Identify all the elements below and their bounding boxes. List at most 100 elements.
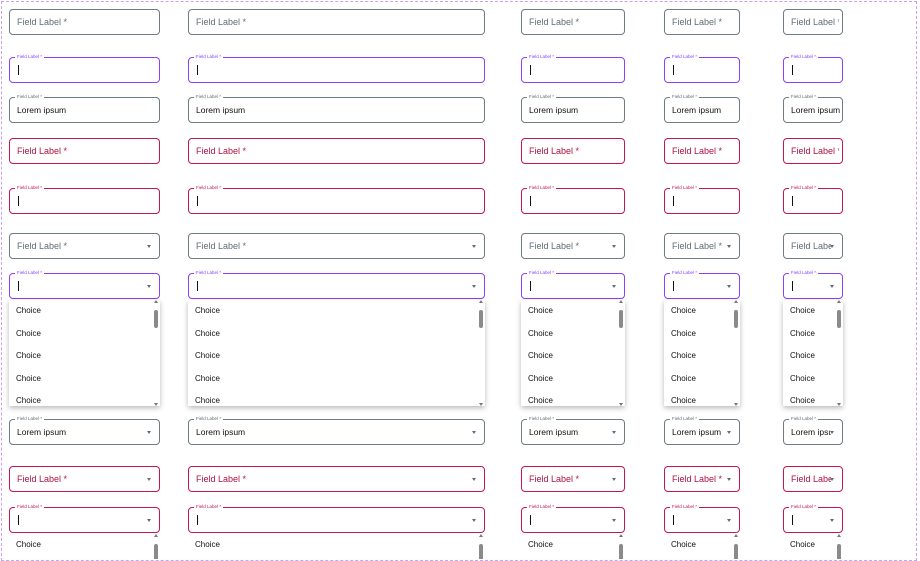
scroll-down-arrow-icon[interactable] <box>837 403 841 406</box>
scroll-up-arrow-icon[interactable] <box>479 534 483 537</box>
dropdown-option[interactable]: Choice <box>195 540 220 549</box>
select-field-filled[interactable]: Field Label *Lorem ipsum <box>188 415 485 445</box>
scrollbar[interactable] <box>153 534 159 559</box>
select-field-filled[interactable]: Field Label *Lorem ipsum <box>521 415 625 445</box>
scrollbar[interactable] <box>836 300 842 406</box>
select-field-error-focused-open[interactable]: Field Label * <box>521 503 625 533</box>
select-field-focused-open[interactable]: Field Label * <box>9 269 160 299</box>
text-field-error-focused[interactable]: Field Label * <box>783 184 843 214</box>
text-field-focused[interactable]: Field Label * <box>188 53 485 83</box>
select-field-default[interactable]: Field Label * <box>9 233 160 259</box>
dropdown-option[interactable]: Choice <box>195 329 220 338</box>
chevron-down-icon[interactable] <box>472 478 476 481</box>
scroll-up-arrow-icon[interactable] <box>619 534 623 537</box>
dropdown-option[interactable]: Choice <box>528 306 553 315</box>
text-field-focused[interactable]: Field Label * <box>521 53 625 83</box>
chevron-down-icon[interactable] <box>147 285 151 288</box>
select-field-default[interactable]: Field Label * <box>664 233 740 259</box>
chevron-down-icon[interactable] <box>727 478 731 481</box>
text-field-error-focused[interactable]: Field Label * <box>9 184 160 214</box>
dropdown-option[interactable]: Choice <box>790 351 815 360</box>
text-field-filled[interactable]: Field Label * Lorem ipsum <box>521 93 625 123</box>
chevron-down-icon[interactable] <box>472 285 476 288</box>
dropdown-option[interactable]: Choice <box>790 540 815 549</box>
scrollbar-thumb[interactable] <box>154 310 158 328</box>
select-field-default[interactable]: Field Label * <box>188 233 485 259</box>
dropdown-option[interactable]: Choice <box>671 329 696 338</box>
dropdown-option[interactable]: Choice <box>528 540 553 549</box>
chevron-down-icon[interactable] <box>830 519 834 522</box>
dropdown-option[interactable]: Choice <box>528 329 553 338</box>
text-field-error-focused[interactable]: Field Label * <box>664 184 740 214</box>
chevron-down-icon[interactable] <box>147 478 151 481</box>
dropdown-option[interactable]: Choice <box>671 306 696 315</box>
dropdown-option[interactable]: Choice <box>195 306 220 315</box>
dropdown-option[interactable]: Choice <box>16 351 41 360</box>
select-field-focused-open[interactable]: Field Label * <box>188 269 485 299</box>
scrollbar-thumb[interactable] <box>619 310 623 328</box>
text-field-default[interactable]: Field Label * <box>9 9 160 35</box>
chevron-down-icon[interactable] <box>612 478 616 481</box>
dropdown-option[interactable]: Choice <box>671 374 696 383</box>
scrollbar[interactable] <box>733 300 739 406</box>
select-field-focused-open[interactable]: Field Label * <box>664 269 740 299</box>
dropdown-option[interactable]: Choice <box>671 351 696 360</box>
text-field-focused[interactable]: Field Label * <box>783 53 843 83</box>
chevron-down-icon[interactable] <box>147 245 151 248</box>
dropdown-option[interactable]: Choice <box>790 374 815 383</box>
dropdown-option[interactable]: Choice <box>195 396 220 405</box>
dropdown-option[interactable]: Choice <box>195 351 220 360</box>
chevron-down-icon[interactable] <box>147 519 151 522</box>
dropdown-option[interactable]: Choice <box>16 306 41 315</box>
scroll-up-arrow-icon[interactable] <box>154 300 158 303</box>
scroll-up-arrow-icon[interactable] <box>837 534 841 537</box>
scroll-up-arrow-icon[interactable] <box>154 534 158 537</box>
chevron-down-icon[interactable] <box>727 431 731 434</box>
chevron-down-icon[interactable] <box>472 519 476 522</box>
scroll-up-arrow-icon[interactable] <box>837 300 841 303</box>
dropdown-option[interactable]: Choice <box>790 329 815 338</box>
chevron-down-icon[interactable] <box>612 431 616 434</box>
chevron-down-icon[interactable] <box>830 285 834 288</box>
scroll-up-arrow-icon[interactable] <box>734 300 738 303</box>
dropdown-option[interactable]: Choice <box>671 396 696 405</box>
scroll-up-arrow-icon[interactable] <box>619 300 623 303</box>
select-field-filled[interactable]: Field Label *Lorem ipsum <box>664 415 740 445</box>
scroll-up-arrow-icon[interactable] <box>734 534 738 537</box>
select-field-default[interactable]: Field Label * <box>783 233 843 259</box>
text-field-error[interactable]: Field Label * <box>9 138 160 164</box>
scrollbar[interactable] <box>836 534 842 559</box>
dropdown-option[interactable]: Choice <box>195 374 220 383</box>
scrollbar-thumb[interactable] <box>837 310 841 328</box>
chevron-down-icon[interactable] <box>727 245 731 248</box>
scrollbar[interactable] <box>153 300 159 406</box>
dropdown-option[interactable]: Choice <box>790 306 815 315</box>
chevron-down-icon[interactable] <box>472 431 476 434</box>
select-field-error-focused-open[interactable]: Field Label * <box>664 503 740 533</box>
scroll-down-arrow-icon[interactable] <box>479 403 483 406</box>
scrollbar[interactable] <box>618 534 624 559</box>
dropdown-option[interactable]: Choice <box>16 329 41 338</box>
select-field-filled[interactable]: Field Label *Lorem ipsum <box>9 415 160 445</box>
text-field-default[interactable]: Field Label * <box>664 9 740 35</box>
text-field-error[interactable]: Field Label * <box>521 138 625 164</box>
text-field-filled[interactable]: Field Label * Lorem ipsum <box>9 93 160 123</box>
select-field-error-focused-open[interactable]: Field Label * <box>9 503 160 533</box>
chevron-down-icon[interactable] <box>472 245 476 248</box>
scrollbar[interactable] <box>618 300 624 406</box>
scrollbar-thumb[interactable] <box>734 310 738 328</box>
chevron-down-icon[interactable] <box>727 519 731 522</box>
chevron-down-icon[interactable] <box>830 245 834 248</box>
text-field-error[interactable]: Field Label * <box>783 138 843 164</box>
select-field-error[interactable]: Field Label * <box>783 466 843 492</box>
chevron-down-icon[interactable] <box>612 519 616 522</box>
chevron-down-icon[interactable] <box>830 478 834 481</box>
text-field-filled[interactable]: Field Label * Lorem ipsum <box>664 93 740 123</box>
select-field-focused-open[interactable]: Field Label * <box>783 269 843 299</box>
text-field-focused[interactable]: Field Label * <box>664 53 740 83</box>
dropdown-option[interactable]: Choice <box>790 396 815 405</box>
select-field-error[interactable]: Field Label * <box>664 466 740 492</box>
dropdown-option[interactable]: Choice <box>528 396 553 405</box>
scroll-up-arrow-icon[interactable] <box>479 300 483 303</box>
select-field-error-focused-open[interactable]: Field Label * <box>783 503 843 533</box>
